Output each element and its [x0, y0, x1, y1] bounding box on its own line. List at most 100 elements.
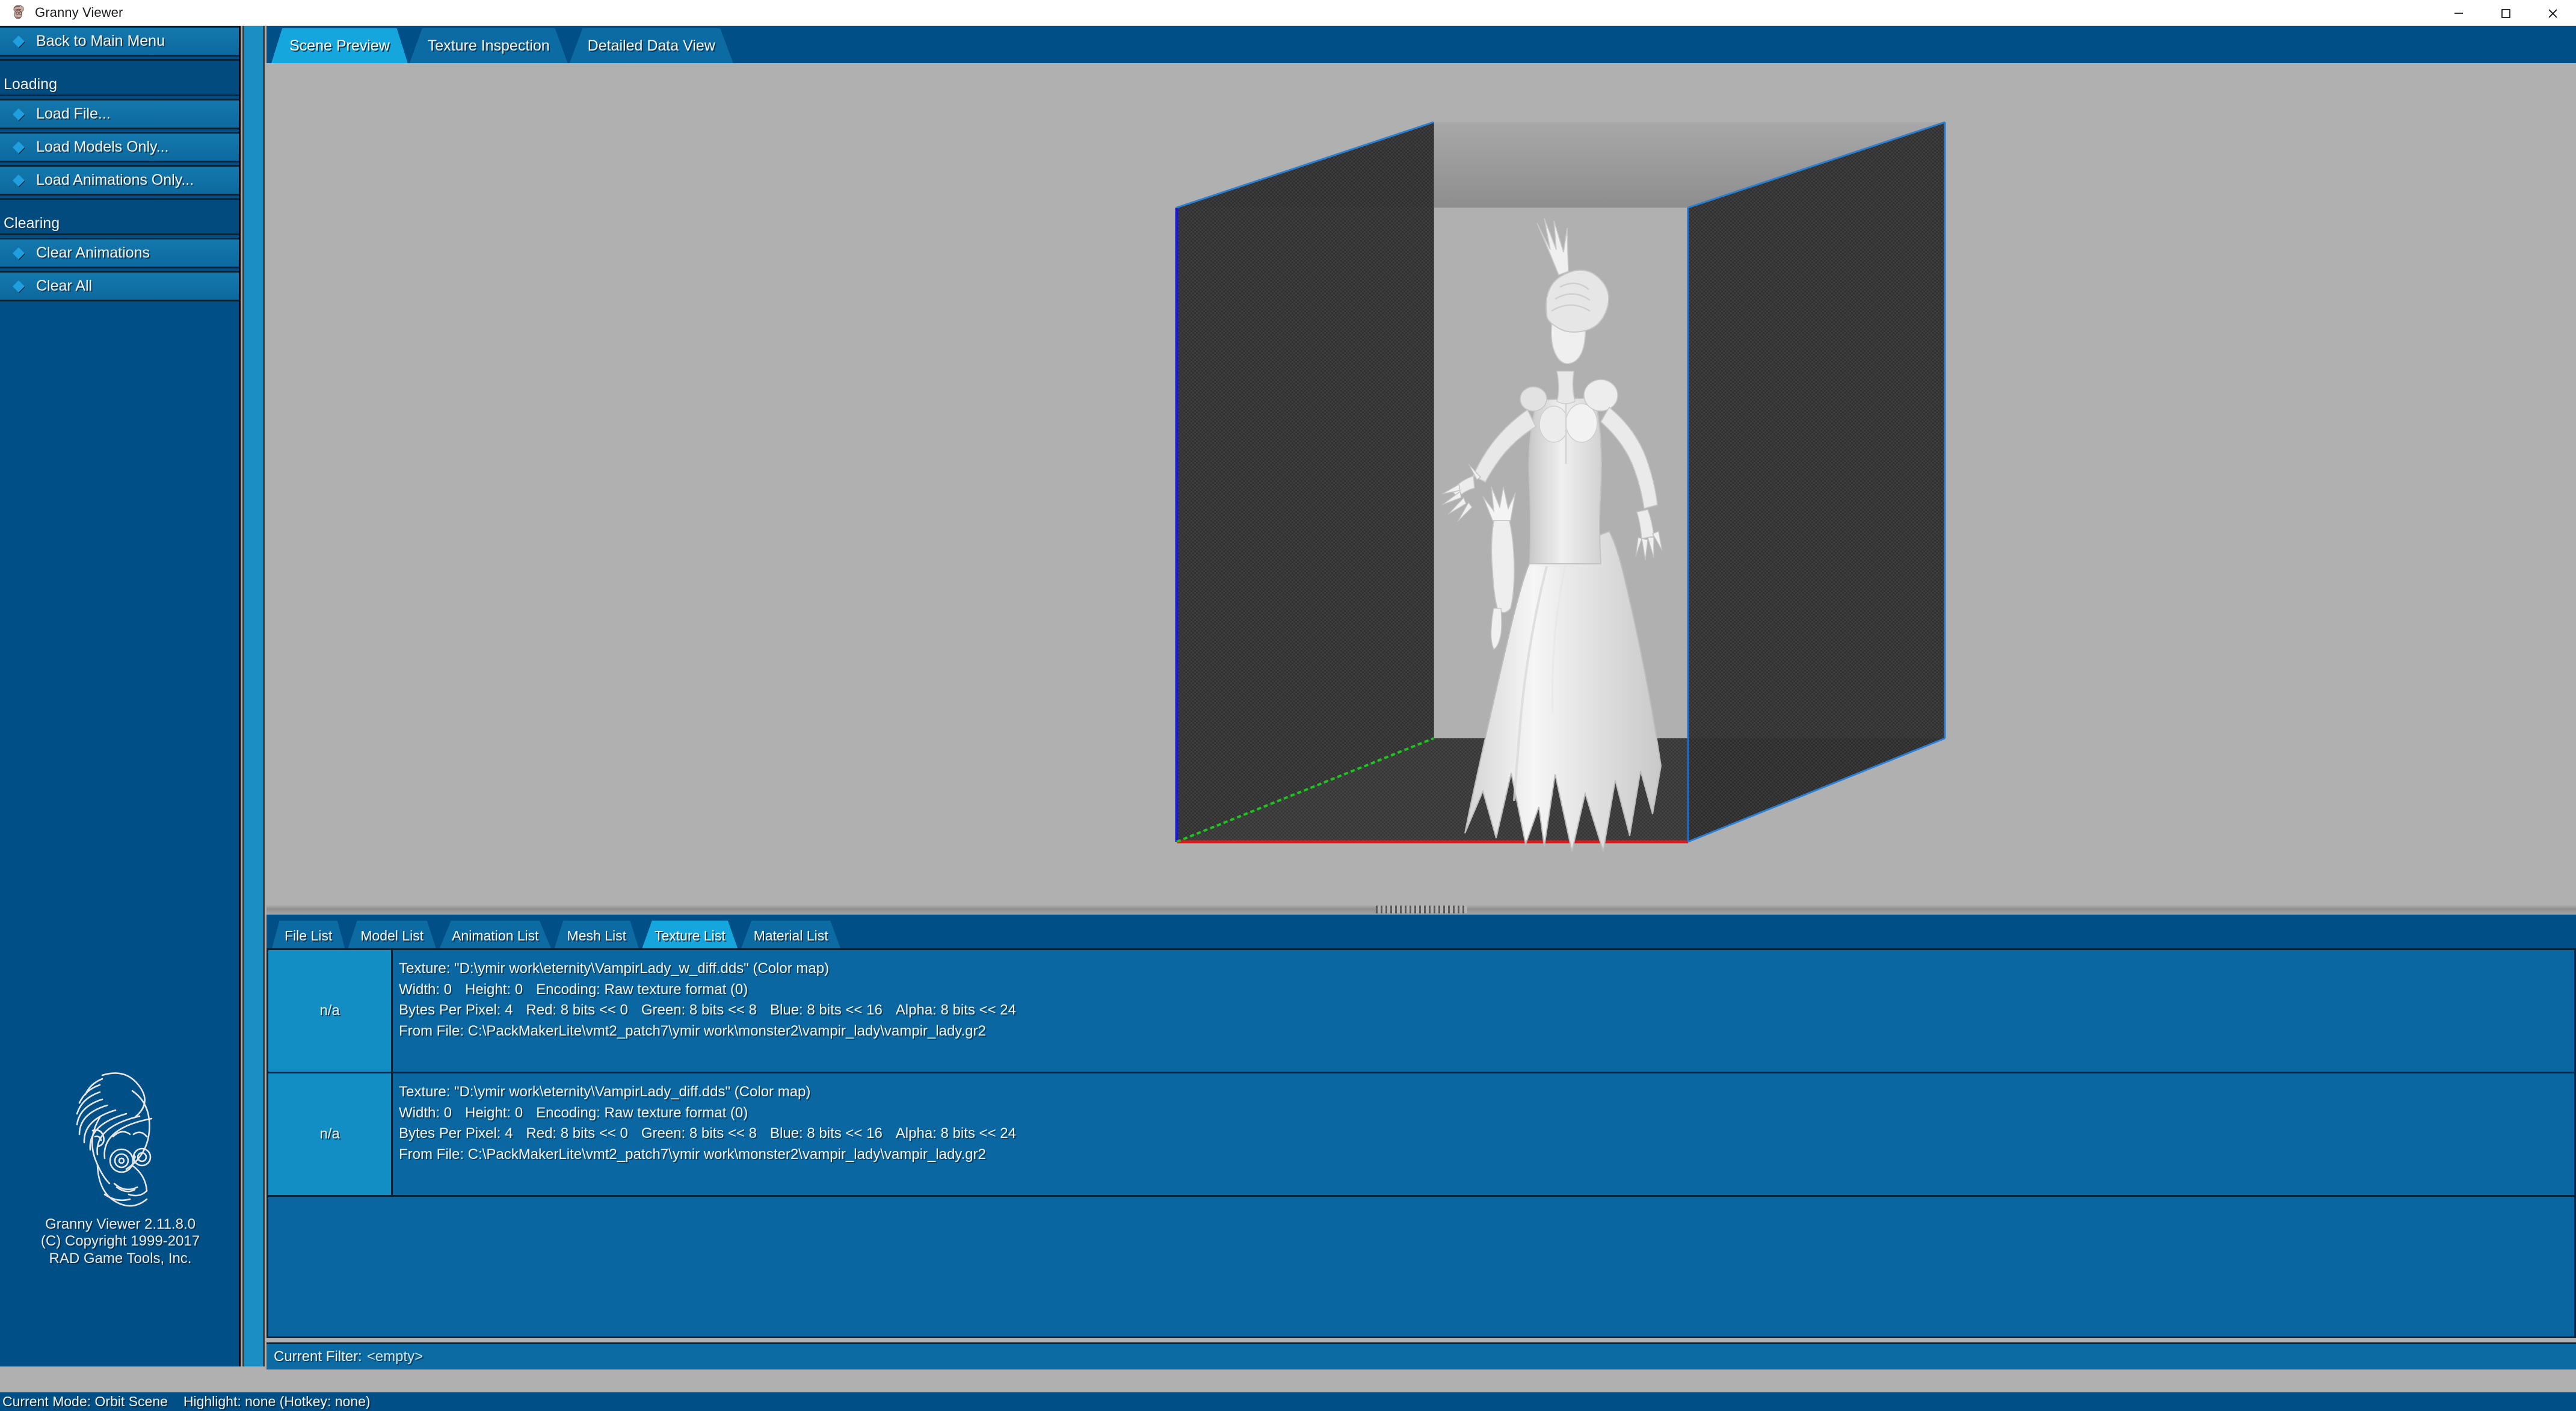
texture-encoding: Encoding: Raw texture format (0)	[536, 981, 748, 998]
left-sidebar: Back to Main Menu Loading Load File... L…	[0, 26, 241, 1366]
tab-label: File List	[285, 927, 333, 943]
texture-width: Width: 0	[399, 981, 452, 998]
texture-alpha-channel: Alpha: 8 bits << 24	[895, 1002, 1016, 1019]
tab-texture-list[interactable]: Texture List	[641, 921, 739, 951]
window-controls	[2435, 0, 2576, 26]
tab-label: Scene Preview	[289, 37, 390, 54]
status-bar: Current Mode: Orbit Scene Highlight: non…	[0, 1392, 2576, 1411]
sidebar-group-header-clearing: Clearing	[0, 198, 239, 235]
sidebar-scrollbar[interactable]	[242, 26, 265, 1366]
texture-info: Texture: "D:\ymir work\eternity\VampirLa…	[393, 950, 2574, 1072]
window-titlebar: Granny Viewer	[0, 0, 2576, 26]
thumbnail-label: n/a	[319, 1126, 340, 1142]
current-filter-bar[interactable]: Current Filter: <empty>	[267, 1342, 2576, 1369]
texture-dimensions-line: Width: 0 Height: 0 Encoding: Raw texture f…	[399, 980, 2574, 1001]
thumbnail-label: n/a	[319, 1002, 340, 1019]
sidebar-item-clear-animations[interactable]: Clear Animations	[0, 238, 239, 268]
texture-source-file-line: From File: C:\PackMakerLite\vmt2_patch7\…	[399, 1146, 986, 1162]
logo-copyright-line: (C) Copyright 1999-2017	[40, 1233, 200, 1250]
texture-height: Height: 0	[465, 981, 523, 998]
diamond-bullet-icon	[11, 245, 26, 261]
texture-thumbnail: n/a	[268, 1073, 393, 1195]
sidebar-item-back-to-main-menu[interactable]: Back to Main Menu	[0, 26, 239, 57]
texture-red-channel: Red: 8 bits << 0	[526, 1002, 628, 1019]
sidebar-item-label: Load Animations Only...	[36, 171, 194, 188]
application-body: Back to Main Menu Loading Load File... L…	[0, 26, 2576, 1411]
texture-channels-line: Bytes Per Pixel: 4 Red: 8 bits << 0 Green:…	[399, 1123, 2574, 1144]
panel-splitter[interactable]	[267, 904, 2576, 915]
texture-blue-channel: Blue: 8 bits << 16	[770, 1125, 883, 1142]
tab-label: Material List	[753, 927, 828, 943]
texture-source-file-line: From File: C:\PackMakerLite\vmt2_patch7\…	[399, 1022, 986, 1039]
filter-label: Current Filter:	[274, 1348, 362, 1365]
diamond-bullet-icon	[11, 107, 26, 122]
tab-animation-list[interactable]: Animation List	[439, 921, 552, 951]
sidebar-group-header-loading: Loading	[0, 59, 239, 96]
tab-model-list[interactable]: Model List	[347, 921, 437, 951]
diamond-bullet-icon	[11, 279, 26, 294]
sidebar-item-load-file[interactable]: Load File...	[0, 99, 239, 129]
logo-version-line: Granny Viewer 2.11.8.0	[45, 1216, 196, 1233]
tab-material-list[interactable]: Material List	[740, 921, 842, 951]
texture-green-channel: Green: 8 bits << 8	[641, 1002, 757, 1019]
window-title: Granny Viewer	[35, 5, 123, 20]
sidebar-group-label: Loading	[4, 76, 57, 93]
top-tabstrip: Scene Preview Texture Inspection Detaile…	[267, 26, 2576, 63]
tab-file-list[interactable]: File List	[271, 921, 346, 951]
diamond-bullet-icon	[11, 34, 26, 49]
tab-texture-inspection[interactable]: Texture Inspection	[409, 28, 568, 63]
minimize-icon[interactable]	[2435, 0, 2482, 26]
texture-dimensions-line: Width: 0 Height: 0 Encoding: Raw texture f…	[399, 1103, 2574, 1124]
diamond-bullet-icon	[11, 140, 26, 155]
tab-label: Mesh List	[567, 927, 626, 943]
texture-channels-line: Bytes Per Pixel: 4 Red: 8 bits << 0 Green:…	[399, 1000, 2574, 1021]
main-content-area: Scene Preview Texture Inspection Detaile…	[267, 26, 2576, 1369]
filter-value: <empty>	[366, 1348, 424, 1365]
texture-encoding: Encoding: Raw texture format (0)	[536, 1104, 748, 1121]
sidebar-group-label: Clearing	[4, 215, 60, 232]
tab-label: Animation List	[452, 927, 539, 943]
texture-blue-channel: Blue: 8 bits << 16	[770, 1002, 883, 1019]
maximize-icon[interactable]	[2482, 0, 2529, 26]
granny-app-icon	[10, 4, 28, 22]
splitter-grip-icon	[1375, 906, 1467, 913]
texture-info: Texture: "D:\ymir work\eternity\VampirLa…	[393, 1073, 2574, 1195]
texture-list-panel[interactable]: n/a Texture: "D:\ymir work\eternity\Vamp…	[267, 948, 2576, 1338]
granny-face-logo	[76, 1072, 153, 1207]
sidebar-item-label: Clear All	[36, 277, 93, 294]
status-mode: Current Mode: Orbit Scene	[2, 1394, 168, 1409]
tab-scene-preview[interactable]: Scene Preview	[271, 28, 408, 63]
status-highlight: Highlight: none (Hotkey: none)	[183, 1394, 371, 1409]
scene-preview-3d-viewport[interactable]	[267, 63, 2576, 904]
texture-bpp: Bytes Per Pixel: 4	[399, 1002, 513, 1019]
sidebar-item-label: Load Models Only...	[36, 138, 169, 155]
sidebar-logo-block: Granny Viewer 2.11.8.0 (C) Copyright 199…	[0, 1060, 241, 1267]
tab-detailed-data-view[interactable]: Detailed Data View	[569, 28, 733, 63]
texture-width: Width: 0	[399, 1104, 452, 1121]
texture-green-channel: Green: 8 bits << 8	[641, 1125, 757, 1142]
sidebar-item-clear-all[interactable]: Clear All	[0, 271, 239, 301]
sidebar-item-label: Load File...	[36, 105, 111, 122]
texture-thumbnail: n/a	[268, 950, 393, 1072]
close-icon[interactable]	[2529, 0, 2576, 26]
texture-alpha-channel: Alpha: 8 bits << 24	[895, 1125, 1016, 1142]
tab-label: Detailed Data View	[587, 37, 715, 54]
tab-mesh-list[interactable]: Mesh List	[553, 921, 639, 951]
bottom-tabstrip: File List Model List Animation List Mesh…	[267, 915, 2576, 951]
sidebar-item-label: Back to Main Menu	[36, 32, 165, 49]
table-row[interactable]: n/a Texture: "D:\ymir work\eternity\Vamp…	[268, 950, 2574, 1073]
texture-bpp: Bytes Per Pixel: 4	[399, 1125, 513, 1142]
texture-height: Height: 0	[465, 1104, 523, 1121]
texture-name-line: Texture: "D:\ymir work\eternity\VampirLa…	[399, 960, 830, 977]
sidebar-item-load-animations-only[interactable]: Load Animations Only...	[0, 165, 239, 196]
tab-label: Texture Inspection	[427, 37, 550, 54]
tab-label: Model List	[360, 927, 424, 943]
table-row[interactable]: n/a Texture: "D:\ymir work\eternity\Vamp…	[268, 1073, 2574, 1197]
sidebar-item-label: Clear Animations	[36, 244, 150, 261]
logo-company-line: RAD Game Tools, Inc.	[49, 1250, 192, 1267]
tab-label: Texture List	[654, 927, 726, 943]
diamond-bullet-icon	[11, 173, 26, 188]
sidebar-item-load-models-only[interactable]: Load Models Only...	[0, 132, 239, 162]
texture-red-channel: Red: 8 bits << 0	[526, 1125, 628, 1142]
texture-name-line: Texture: "D:\ymir work\eternity\VampirLa…	[399, 1084, 811, 1100]
